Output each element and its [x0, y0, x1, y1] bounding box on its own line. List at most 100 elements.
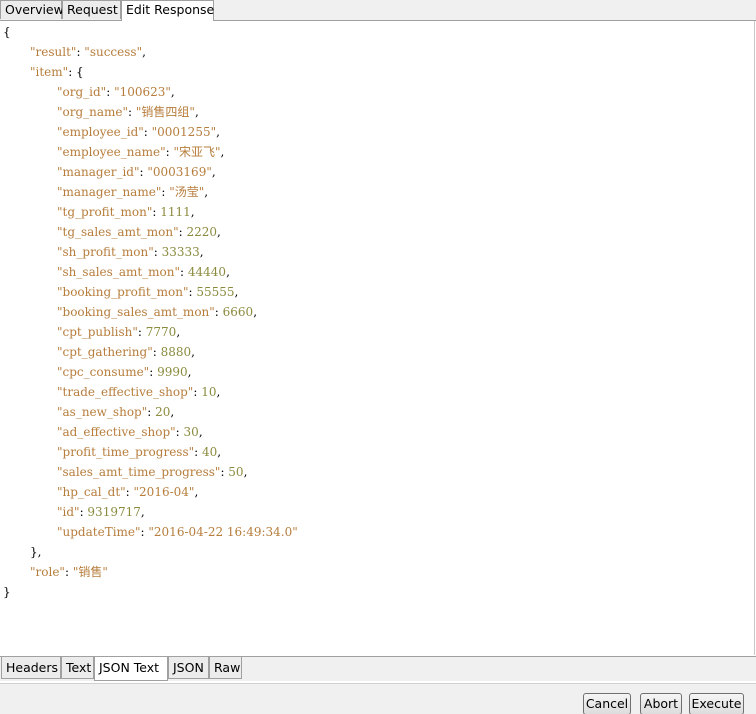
json-punctuation: , [140, 505, 145, 519]
json-punctuation: } [3, 585, 11, 599]
json-line: "sh_sales_amt_mon": 44440, [57, 262, 230, 282]
json-punctuation: : [128, 105, 136, 119]
json-key: "item" [30, 65, 69, 79]
json-punctuation: : [193, 385, 202, 399]
json-key: "employee_id" [57, 125, 144, 139]
json-punctuation: : [152, 345, 161, 359]
json-line: "trade_effective_shop": 10, [57, 382, 220, 402]
json-punctuation: { [3, 25, 11, 39]
json-line: "cpc_consume": 9990, [57, 362, 191, 382]
json-value: 9990 [157, 365, 188, 379]
json-line: "booking_profit_mon": 55555, [57, 282, 238, 302]
json-punctuation: , [170, 85, 175, 99]
json-key: "booking_profit_mon" [57, 285, 189, 299]
json-line: "updateTime": "2016-04-22 16:49:34.0" [57, 522, 298, 542]
json-punctuation: }, [30, 545, 42, 559]
json-punctuation: : { [68, 65, 84, 79]
json-key: "employee_name" [57, 145, 166, 159]
json-value: 30 [183, 425, 199, 439]
json-value: "宋亚飞" [173, 145, 221, 159]
json-punctuation: : [149, 365, 158, 379]
abort-button[interactable]: Abort [640, 693, 682, 714]
json-key: "tg_profit_mon" [57, 205, 153, 219]
json-line: "result": "success", [30, 42, 146, 62]
json-key: "profit_time_progress" [57, 445, 195, 459]
tab-edit-response[interactable]: Edit Response [121, 0, 214, 21]
json-line: "manager_name": "汤莹", [57, 182, 208, 202]
tab-json-text[interactable]: JSON Text [94, 657, 168, 681]
json-key: "trade_effective_shop" [57, 385, 194, 399]
json-punctuation: , [216, 125, 220, 139]
json-punctuation: , [199, 245, 204, 259]
json-value: "销售四组" [135, 105, 195, 119]
json-key: "manager_id" [57, 165, 140, 179]
json-key: "booking_sales_amt_mon" [57, 305, 215, 319]
json-line: "manager_id": "0003169", [57, 162, 216, 182]
tab-raw[interactable]: Raw [209, 657, 242, 679]
tab-json[interactable]: JSON [168, 657, 209, 679]
tab-overview[interactable]: Overview [0, 0, 64, 19]
json-key: "updateTime" [57, 525, 141, 539]
json-punctuation: : [137, 325, 146, 339]
json-punctuation: , [217, 445, 222, 459]
json-punctuation: : [143, 125, 152, 139]
json-key: "role" [30, 565, 65, 579]
json-punctuation: , [190, 205, 195, 219]
json-value: "2016-04" [133, 485, 195, 499]
json-line: } [3, 582, 11, 602]
json-line: }, [30, 542, 41, 562]
execute-button[interactable]: Execute [689, 693, 744, 714]
json-value: "销售" [72, 565, 108, 579]
json-punctuation: , [198, 425, 203, 439]
json-line: "sh_profit_mon": 33333, [57, 242, 204, 262]
json-value: "0001255" [151, 125, 217, 139]
json-punctuation: : [214, 305, 223, 319]
json-key: "sh_sales_amt_mon" [57, 265, 181, 279]
json-punctuation: , [142, 45, 146, 59]
json-punctuation: , [194, 105, 199, 119]
json-punctuation: , [220, 145, 225, 159]
json-key: "result" [30, 45, 77, 59]
json-punctuation: : [194, 445, 202, 459]
json-punctuation: : [175, 425, 184, 439]
json-key: "ad_effective_shop" [57, 425, 176, 439]
json-line: "role": "销售" [30, 562, 108, 582]
json-line: "org_name": "销售四组", [57, 102, 199, 122]
json-value: "success" [84, 45, 143, 59]
json-value: 33333 [161, 245, 200, 259]
json-key: "id" [57, 505, 80, 519]
json-punctuation: , [191, 345, 195, 359]
json-line: "booking_sales_amt_mon": 6660, [57, 302, 257, 322]
json-value: 40 [202, 445, 218, 459]
json-key: "org_name" [57, 105, 129, 119]
json-punctuation: : [147, 405, 156, 419]
json-line: "as_new_shop": 20, [57, 402, 174, 422]
json-punctuation: , [226, 265, 230, 279]
json-punctuation: : [64, 565, 73, 579]
json-punctuation: , [204, 185, 209, 199]
json-value: 2220 [186, 225, 218, 239]
json-text-editor[interactable]: {"result": "success", "item": {"org_id": … [0, 21, 755, 655]
tab-headers[interactable]: Headers [1, 657, 61, 679]
json-line: "id": 9319717, [57, 502, 145, 522]
json-key: "cpc_consume" [57, 365, 150, 379]
json-value: 44440 [187, 265, 227, 279]
json-punctuation: , [217, 225, 221, 239]
json-key: "cpt_gathering" [57, 345, 153, 359]
json-key: "as_new_shop" [57, 405, 148, 419]
bottom-tab-strip: Headers Text JSON Text JSON Raw [0, 656, 756, 681]
json-line: "item": { [30, 62, 84, 82]
json-line: "org_id": "100623", [57, 82, 175, 102]
json-value: 50 [228, 465, 244, 479]
cancel-button[interactable]: Cancel [583, 693, 631, 714]
json-punctuation: , [176, 325, 181, 339]
json-line: "tg_sales_amt_mon": 2220, [57, 222, 221, 242]
json-value: "2016-04-22 16:49:34.0" [148, 525, 298, 539]
json-value: "0003169" [147, 165, 212, 179]
json-punctuation: , [253, 305, 258, 319]
tab-request[interactable]: Request [62, 0, 121, 19]
json-value: 1111 [160, 205, 191, 219]
json-punctuation: , [211, 165, 216, 179]
tab-text[interactable]: Text [61, 657, 94, 679]
json-punctuation: , [194, 485, 199, 499]
